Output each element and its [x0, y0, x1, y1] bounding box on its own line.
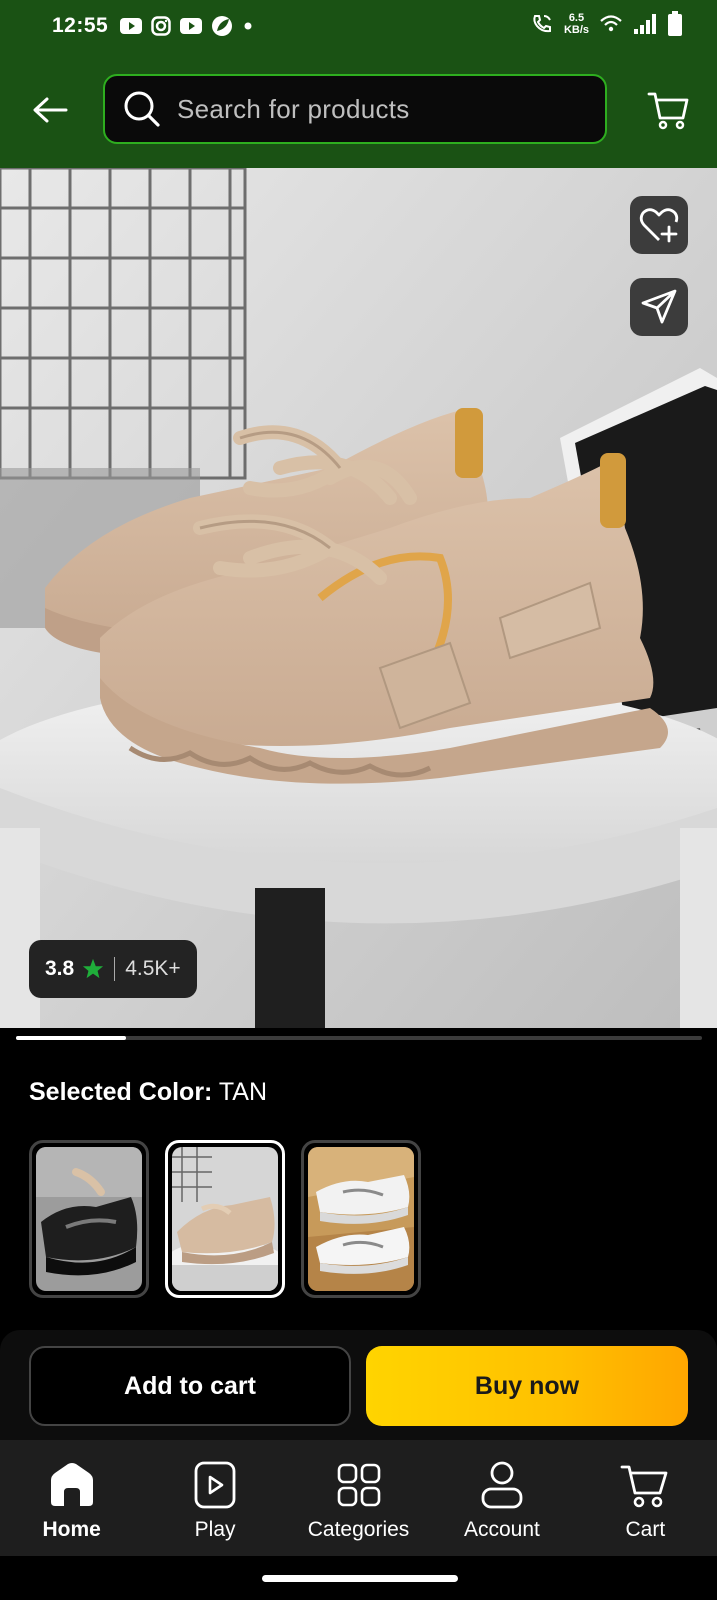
system-status: 6.5 KB/s: [530, 11, 683, 37]
dot-icon: [244, 22, 252, 30]
nav-cart-label: Cart: [625, 1518, 666, 1541]
speed-value: 6.5: [568, 12, 585, 24]
nav-home-label: Home: [42, 1518, 101, 1541]
youtube-icon: [180, 18, 202, 34]
call-wifi-icon: [533, 15, 551, 33]
leaf-app-icon: [212, 16, 232, 36]
product-image: [0, 168, 717, 1028]
star-icon: [83, 958, 104, 979]
search-icon: [124, 91, 160, 127]
swatch-white-image: [308, 1147, 414, 1291]
wifi-icon: [600, 15, 622, 32]
rating-badge[interactable]: 3.8 4.5K+: [29, 940, 197, 998]
wishlist-button[interactable]: [630, 196, 688, 254]
status-bar: 12:55 6.5 KB/s: [0, 0, 717, 52]
speed-unit: KB/s: [563, 24, 589, 36]
header-cart-button[interactable]: [647, 88, 691, 132]
swatch-tan-image: [172, 1147, 278, 1291]
selected-color: Selected Color: TAN: [29, 1078, 267, 1107]
nav-categories[interactable]: Categories: [287, 1440, 430, 1556]
swatch-black-image: [36, 1147, 142, 1291]
selected-color-value: TAN: [218, 1078, 268, 1106]
color-swatches: [29, 1140, 421, 1298]
search-input[interactable]: Search for products: [103, 74, 607, 144]
signal-icon: [634, 14, 656, 34]
rating-score: 3.8: [45, 957, 75, 980]
nav-home[interactable]: Home: [0, 1440, 143, 1556]
play-icon: [194, 1461, 236, 1509]
back-button[interactable]: [30, 92, 70, 128]
carousel-progress: [16, 1036, 702, 1040]
instagram-icon: [151, 16, 171, 36]
gesture-bar[interactable]: [262, 1575, 458, 1582]
nav-account-label: Account: [463, 1518, 540, 1541]
bottom-navigation: Home Play Categories Account Cart: [0, 1440, 717, 1556]
network-speed: 6.5 KB/s: [564, 12, 589, 36]
nav-play-label: Play: [194, 1518, 236, 1541]
home-icon: [50, 1463, 93, 1506]
battery-icon: [668, 11, 682, 36]
swatch-black[interactable]: [29, 1140, 149, 1298]
cart-icon: [647, 92, 689, 130]
youtube-icon: [120, 18, 142, 34]
send-icon: [641, 289, 677, 324]
nav-categories-label: Categories: [307, 1518, 410, 1541]
action-bar: Add to cart Buy now: [0, 1330, 717, 1440]
rating-divider: [114, 957, 116, 981]
swatch-tan[interactable]: [165, 1140, 285, 1298]
cart-icon: [620, 1465, 668, 1508]
add-to-cart-button[interactable]: Add to cart: [29, 1346, 351, 1426]
buy-now-button[interactable]: Buy now: [366, 1346, 688, 1426]
selected-color-label: Selected Color:: [29, 1078, 213, 1106]
notification-icons: [120, 15, 252, 37]
account-icon: [481, 1461, 523, 1509]
rating-count: 4.5K+: [125, 957, 181, 980]
swatch-white[interactable]: [301, 1140, 421, 1298]
back-arrow-icon: [33, 97, 68, 123]
nav-account[interactable]: Account: [430, 1440, 573, 1556]
search-placeholder: Search for products: [177, 93, 410, 124]
nav-play[interactable]: Play: [143, 1440, 286, 1556]
heart-plus-icon: [639, 208, 679, 243]
share-button[interactable]: [630, 278, 688, 336]
product-image-carousel[interactable]: 3.8 4.5K+: [0, 168, 717, 1028]
carousel-progress-fill: [16, 1036, 126, 1040]
categories-icon: [337, 1463, 380, 1507]
status-time: 12:55: [52, 14, 109, 37]
app-header: 12:55 6.5 KB/s Search for products: [0, 0, 717, 168]
nav-cart[interactable]: Cart: [574, 1440, 717, 1556]
